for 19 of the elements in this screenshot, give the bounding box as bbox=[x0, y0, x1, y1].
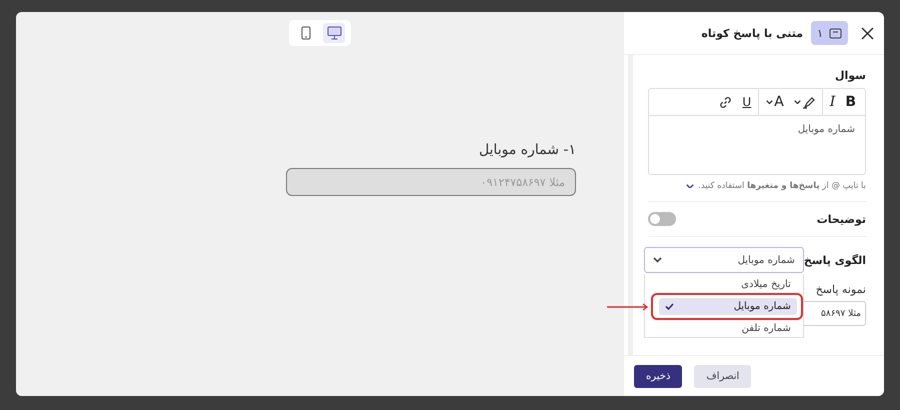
question-type-badge: ۱ bbox=[811, 21, 848, 45]
font-size-button[interactable]: A bbox=[763, 94, 787, 110]
cancel-button[interactable]: انصراف bbox=[694, 364, 752, 388]
hint-text: با تایپ @ از پاسخ‌ها و متغیرها استفاده کنید. bbox=[698, 181, 866, 191]
pattern-label: الگوی پاسخ bbox=[804, 254, 866, 266]
dropdown-option[interactable]: تاریخ میلادی bbox=[658, 276, 797, 293]
question-label: سوال bbox=[834, 69, 866, 82]
save-button[interactable]: ذخیره bbox=[634, 364, 682, 388]
sample-label: نمونه پاسخ bbox=[816, 283, 866, 296]
description-label: توضیحات bbox=[816, 212, 866, 226]
italic-button[interactable]: I bbox=[826, 94, 838, 110]
question-title: ۱- شماره موبایل bbox=[478, 142, 576, 158]
dropdown-option[interactable]: شماره موبایل bbox=[658, 298, 797, 315]
pattern-dropdown[interactable]: شماره موبایل bbox=[644, 247, 804, 273]
underline-button[interactable]: U bbox=[739, 95, 754, 109]
dropdown-option[interactable]: شماره تلفن bbox=[658, 320, 797, 337]
answer-field[interactable]: مثلا ۰۹۱۲۴۷۵۸۶۹۷ bbox=[286, 168, 576, 196]
panel-title: متنی با پاسخ کوتاه bbox=[701, 26, 804, 40]
bold-button[interactable]: B bbox=[842, 94, 859, 110]
